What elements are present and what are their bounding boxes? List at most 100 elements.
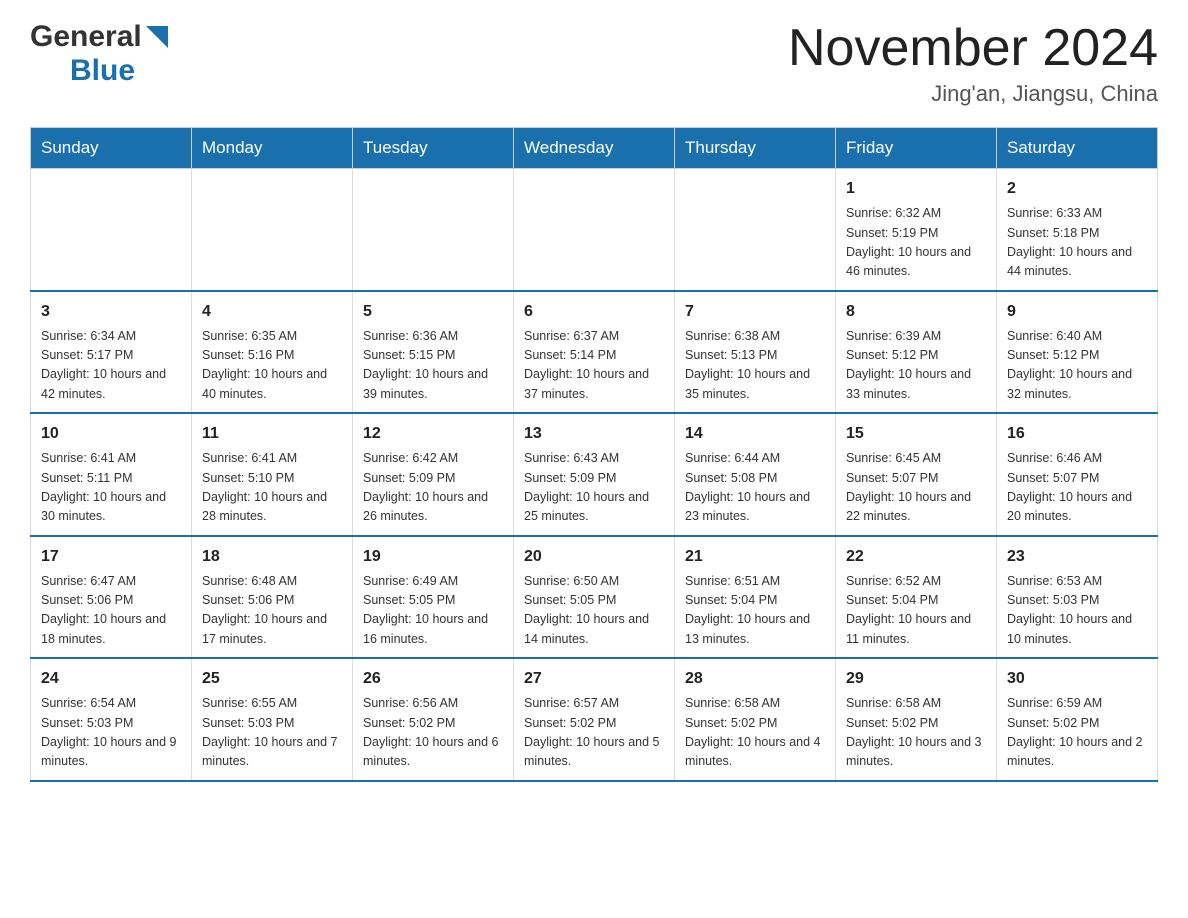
calendar-cell: 6 Sunrise: 6:37 AMSunset: 5:14 PMDaylight… [514, 291, 675, 414]
day-number: 7 [685, 300, 825, 324]
day-number: 19 [363, 545, 503, 569]
day-number: 2 [1007, 177, 1147, 201]
day-info: Sunrise: 6:45 AMSunset: 5:07 PMDaylight:… [846, 449, 986, 527]
calendar-cell: 27 Sunrise: 6:57 AMSunset: 5:02 PMDayligh… [514, 658, 675, 781]
logo-general-text: General [30, 20, 142, 54]
day-number: 22 [846, 545, 986, 569]
day-number: 29 [846, 667, 986, 691]
day-info: Sunrise: 6:39 AMSunset: 5:12 PMDaylight:… [846, 327, 986, 405]
calendar-cell: 2 Sunrise: 6:33 AMSunset: 5:18 PMDaylight… [997, 169, 1158, 291]
day-number: 11 [202, 422, 342, 446]
weekday-header: Monday [192, 128, 353, 169]
calendar-cell: 1Sunrise: 6:32 AMSunset: 5:19 PMDaylight… [836, 169, 997, 291]
day-number: 16 [1007, 422, 1147, 446]
calendar-cell: 18 Sunrise: 6:48 AMSunset: 5:06 PMDayligh… [192, 536, 353, 659]
day-info: Sunrise: 6:35 AMSunset: 5:16 PMDaylight:… [202, 327, 342, 405]
day-info: Sunrise: 6:44 AMSunset: 5:08 PMDaylight:… [685, 449, 825, 527]
calendar-week-row: 17Sunrise: 6:47 AMSunset: 5:06 PMDayligh… [31, 536, 1158, 659]
day-info: Sunrise: 6:56 AMSunset: 5:02 PMDaylight:… [363, 694, 503, 772]
calendar-cell: 3 Sunrise: 6:34 AMSunset: 5:17 PMDaylight… [31, 291, 192, 414]
calendar-cell: 29 Sunrise: 6:58 AMSunset: 5:02 PMDayligh… [836, 658, 997, 781]
weekday-header: Tuesday [353, 128, 514, 169]
day-info: Sunrise: 6:53 AMSunset: 5:03 PMDaylight:… [1007, 572, 1147, 650]
day-number: 20 [524, 545, 664, 569]
calendar-cell [31, 169, 192, 291]
day-info: Sunrise: 6:50 AMSunset: 5:05 PMDaylight:… [524, 572, 664, 650]
calendar-cell: 12 Sunrise: 6:42 AMSunset: 5:09 PMDayligh… [353, 413, 514, 536]
calendar-week-row: 10Sunrise: 6:41 AMSunset: 5:11 PMDayligh… [31, 413, 1158, 536]
calendar-table: SundayMondayTuesdayWednesdayThursdayFrid… [30, 127, 1158, 782]
day-info: Sunrise: 6:55 AMSunset: 5:03 PMDaylight:… [202, 694, 342, 772]
day-number: 3 [41, 300, 181, 324]
calendar-cell: 23 Sunrise: 6:53 AMSunset: 5:03 PMDayligh… [997, 536, 1158, 659]
day-number: 25 [202, 667, 342, 691]
day-number: 14 [685, 422, 825, 446]
logo-blue-text: Blue [70, 54, 135, 87]
calendar-cell [353, 169, 514, 291]
day-number: 12 [363, 422, 503, 446]
calendar-cell: 24 Sunrise: 6:54 AMSunset: 5:03 PMDayligh… [31, 658, 192, 781]
day-number: 23 [1007, 545, 1147, 569]
weekday-header: Friday [836, 128, 997, 169]
day-info: Sunrise: 6:33 AMSunset: 5:18 PMDaylight:… [1007, 204, 1147, 282]
day-number: 27 [524, 667, 664, 691]
calendar-title: November 2024 [788, 20, 1158, 77]
calendar-cell [675, 169, 836, 291]
calendar-cell: 4 Sunrise: 6:35 AMSunset: 5:16 PMDaylight… [192, 291, 353, 414]
weekday-header: Saturday [997, 128, 1158, 169]
day-info: Sunrise: 6:37 AMSunset: 5:14 PMDaylight:… [524, 327, 664, 405]
day-number: 6 [524, 300, 664, 324]
calendar-subtitle: Jing'an, Jiangsu, China [788, 81, 1158, 107]
day-info: Sunrise: 6:46 AMSunset: 5:07 PMDaylight:… [1007, 449, 1147, 527]
calendar-cell [514, 169, 675, 291]
calendar-cell [192, 169, 353, 291]
day-number: 26 [363, 667, 503, 691]
day-number: 10 [41, 422, 181, 446]
day-number: 13 [524, 422, 664, 446]
day-number: 8 [846, 300, 986, 324]
day-info: Sunrise: 6:52 AMSunset: 5:04 PMDaylight:… [846, 572, 986, 650]
calendar-cell: 25 Sunrise: 6:55 AMSunset: 5:03 PMDayligh… [192, 658, 353, 781]
day-info: Sunrise: 6:57 AMSunset: 5:02 PMDaylight:… [524, 694, 664, 772]
day-number: 5 [363, 300, 503, 324]
calendar-cell: 19Sunrise: 6:49 AMSunset: 5:05 PMDayligh… [353, 536, 514, 659]
day-number: 21 [685, 545, 825, 569]
day-number: 17 [41, 545, 181, 569]
day-number: 28 [685, 667, 825, 691]
day-info: Sunrise: 6:34 AMSunset: 5:17 PMDaylight:… [41, 327, 181, 405]
day-info: Sunrise: 6:58 AMSunset: 5:02 PMDaylight:… [846, 694, 986, 772]
day-info: Sunrise: 6:54 AMSunset: 5:03 PMDaylight:… [41, 694, 181, 772]
day-number: 24 [41, 667, 181, 691]
day-info: Sunrise: 6:42 AMSunset: 5:09 PMDaylight:… [363, 449, 503, 527]
day-info: Sunrise: 6:48 AMSunset: 5:06 PMDaylight:… [202, 572, 342, 650]
calendar-cell: 26 Sunrise: 6:56 AMSunset: 5:02 PMDayligh… [353, 658, 514, 781]
calendar-cell: 22 Sunrise: 6:52 AMSunset: 5:04 PMDayligh… [836, 536, 997, 659]
weekday-header: Wednesday [514, 128, 675, 169]
weekday-header: Sunday [31, 128, 192, 169]
calendar-cell: 21Sunrise: 6:51 AMSunset: 5:04 PMDayligh… [675, 536, 836, 659]
calendar-week-row: 1Sunrise: 6:32 AMSunset: 5:19 PMDaylight… [31, 169, 1158, 291]
calendar-cell: 9Sunrise: 6:40 AMSunset: 5:12 PMDaylight… [997, 291, 1158, 414]
day-info: Sunrise: 6:43 AMSunset: 5:09 PMDaylight:… [524, 449, 664, 527]
day-info: Sunrise: 6:59 AMSunset: 5:02 PMDaylight:… [1007, 694, 1147, 772]
day-info: Sunrise: 6:58 AMSunset: 5:02 PMDaylight:… [685, 694, 825, 772]
calendar-cell: 14 Sunrise: 6:44 AMSunset: 5:08 PMDayligh… [675, 413, 836, 536]
page-header: General Blue November 2024 Jing'an, Jian… [30, 20, 1158, 107]
calendar-cell: 11 Sunrise: 6:41 AMSunset: 5:10 PMDayligh… [192, 413, 353, 536]
calendar-cell: 16 Sunrise: 6:46 AMSunset: 5:07 PMDayligh… [997, 413, 1158, 536]
day-number: 4 [202, 300, 342, 324]
day-info: Sunrise: 6:38 AMSunset: 5:13 PMDaylight:… [685, 327, 825, 405]
day-number: 30 [1007, 667, 1147, 691]
calendar-cell: 8 Sunrise: 6:39 AMSunset: 5:12 PMDaylight… [836, 291, 997, 414]
calendar-week-row: 3 Sunrise: 6:34 AMSunset: 5:17 PMDaylight… [31, 291, 1158, 414]
day-info: Sunrise: 6:41 AMSunset: 5:10 PMDaylight:… [202, 449, 342, 527]
calendar-cell: 10Sunrise: 6:41 AMSunset: 5:11 PMDayligh… [31, 413, 192, 536]
day-info: Sunrise: 6:32 AMSunset: 5:19 PMDaylight:… [846, 204, 986, 282]
day-info: Sunrise: 6:40 AMSunset: 5:12 PMDaylight:… [1007, 327, 1147, 405]
day-number: 18 [202, 545, 342, 569]
calendar-cell: 30 Sunrise: 6:59 AMSunset: 5:02 PMDayligh… [997, 658, 1158, 781]
calendar-cell: 17Sunrise: 6:47 AMSunset: 5:06 PMDayligh… [31, 536, 192, 659]
calendar-cell: 13 Sunrise: 6:43 AMSunset: 5:09 PMDayligh… [514, 413, 675, 536]
calendar-cell: 5Sunrise: 6:36 AMSunset: 5:15 PMDaylight… [353, 291, 514, 414]
calendar-week-row: 24 Sunrise: 6:54 AMSunset: 5:03 PMDayligh… [31, 658, 1158, 781]
